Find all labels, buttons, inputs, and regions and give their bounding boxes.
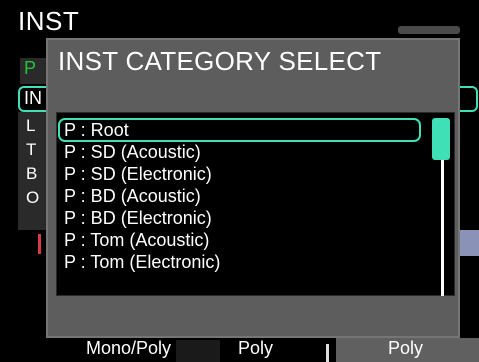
category-item[interactable]: P : SD (Acoustic): [64, 141, 201, 163]
category-item[interactable]: P : Tom (Electronic): [64, 251, 220, 273]
dialog-title: INST CATEGORY SELECT: [58, 46, 382, 76]
category-item[interactable]: P : Tom (Acoustic): [64, 229, 209, 251]
function-cell-right[interactable]: Poly: [336, 338, 479, 362]
category-item[interactable]: P : BD (Acoustic): [64, 185, 201, 207]
function-label-poly[interactable]: Poly: [238, 338, 273, 362]
background-list-item: O: [26, 188, 40, 207]
background-list-item: L: [26, 116, 36, 135]
function-label-mono-poly[interactable]: Mono/Poly: [86, 338, 171, 362]
function-label-poly-right: Poly: [388, 338, 424, 358]
status-marker: [38, 234, 41, 254]
background-list-item: T: [26, 140, 37, 159]
category-item[interactable]: P : BD (Electronic): [64, 207, 212, 229]
category-item[interactable]: P : Root: [64, 119, 129, 141]
scrollbar-thumb[interactable]: [432, 118, 450, 160]
function-cell: [176, 340, 220, 362]
category-item[interactable]: P : SD (Electronic): [64, 163, 212, 185]
screen-title: INST: [18, 6, 80, 36]
divider: [326, 344, 329, 362]
background-list-item: B: [26, 164, 38, 183]
background-row-label: IN: [24, 88, 42, 108]
